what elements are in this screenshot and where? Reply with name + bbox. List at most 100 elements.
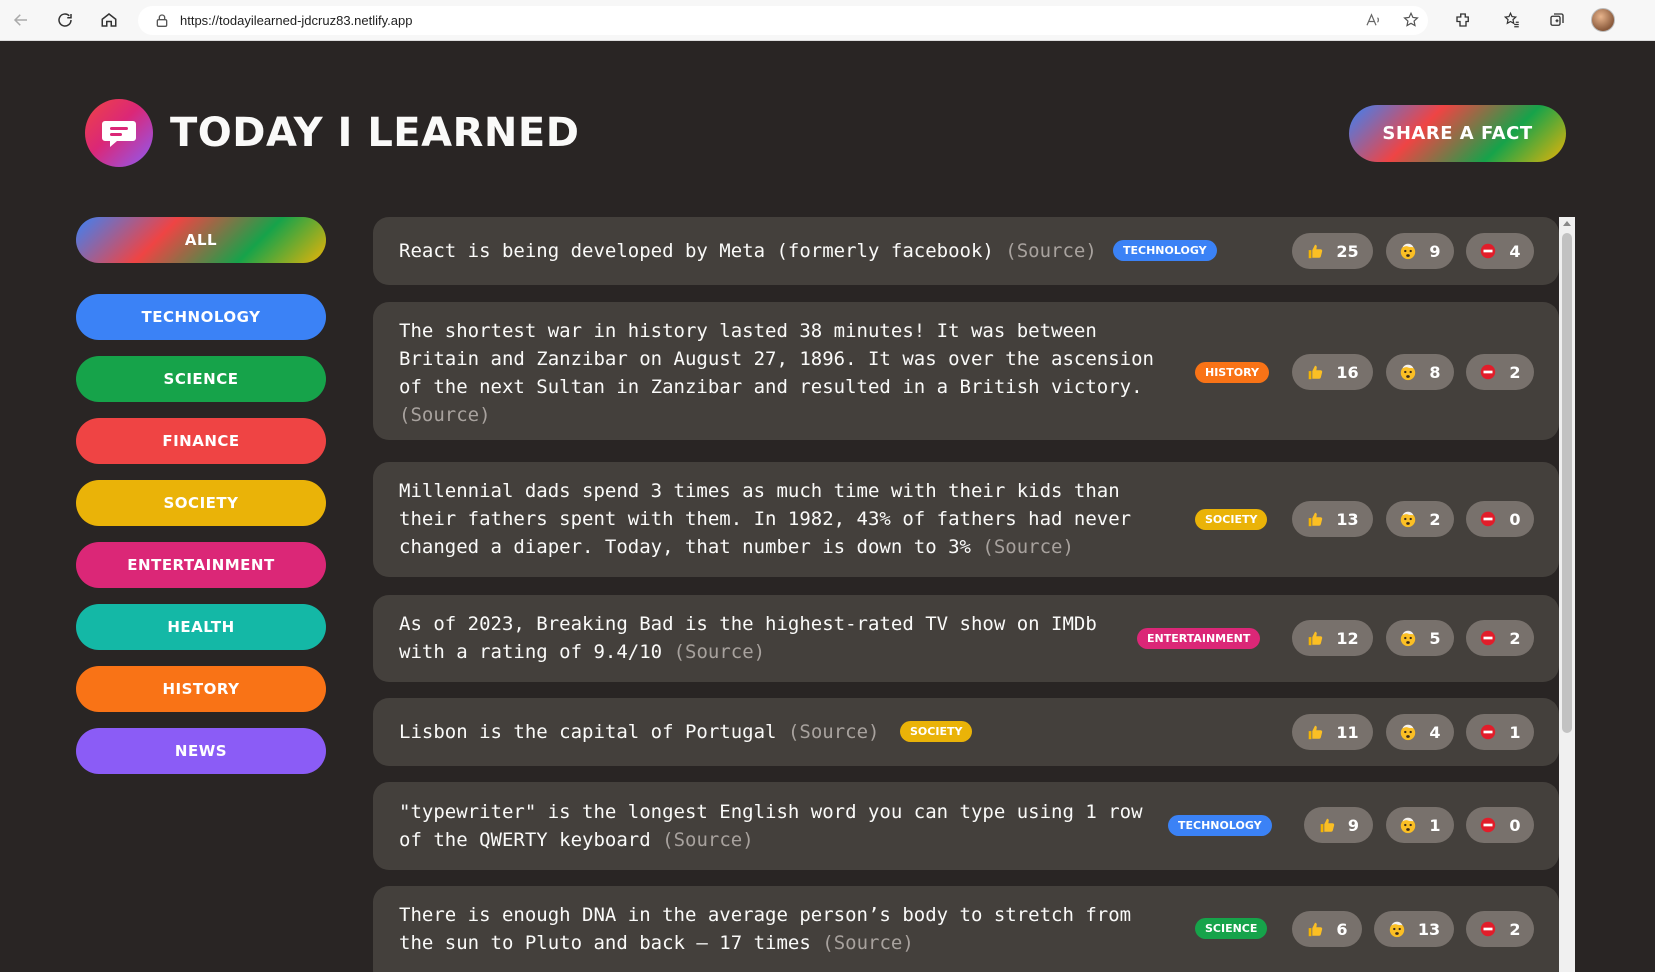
- vote-like-button[interactable]: 16: [1292, 354, 1373, 390]
- category-tag: SCIENCE: [1195, 918, 1268, 939]
- vote-false-button[interactable]: 0: [1466, 807, 1534, 843]
- vote-count: 25: [1336, 241, 1359, 261]
- vote-count: 13: [1336, 509, 1359, 529]
- category-science-button[interactable]: SCIENCE: [76, 356, 326, 402]
- thumbs-up-icon: [1306, 920, 1324, 938]
- fact-card: As of 2023, Breaking Bad is the highest-…: [373, 595, 1559, 682]
- category-tag: TECHNOLOGY: [1168, 815, 1272, 836]
- address-bar[interactable]: https://todayilearned-jdcruz83.netlify.a…: [138, 6, 1428, 35]
- category-all-button[interactable]: ALL: [76, 217, 326, 263]
- vote-like-button[interactable]: 25: [1292, 233, 1373, 269]
- thumbs-up-icon: [1318, 816, 1336, 834]
- vote-count: 4: [1429, 722, 1441, 742]
- app-title: TODAY I LEARNED: [170, 110, 580, 156]
- vote-count: 6: [1336, 919, 1348, 939]
- scroll-up-arrow-icon[interactable]: [1563, 221, 1571, 226]
- no-entry-icon: [1479, 816, 1497, 834]
- fact-card: Millennial dads spend 3 times as much ti…: [373, 462, 1559, 577]
- fact-text: As of 2023, Breaking Bad is the highest-…: [399, 610, 1109, 666]
- no-entry-icon: [1479, 920, 1497, 938]
- category-society-button[interactable]: SOCIETY: [76, 480, 326, 526]
- category-entertainment-button[interactable]: ENTERTAINMENT: [76, 542, 326, 588]
- fact-card: Lisbon is the capital of Portugal (Sourc…: [373, 698, 1559, 766]
- scrollbar-thumb[interactable]: [1562, 233, 1572, 733]
- no-entry-icon: [1479, 629, 1497, 647]
- source-link[interactable]: (Source): [674, 641, 766, 663]
- category-tag: SOCIETY: [900, 721, 973, 742]
- vote-like-button[interactable]: 12: [1292, 620, 1373, 656]
- fact-text-body: React is being developed by Meta (former…: [399, 240, 994, 262]
- vote-false-button[interactable]: 2: [1466, 620, 1534, 656]
- vote-count: 12: [1336, 628, 1359, 648]
- vote-count: 16: [1336, 362, 1359, 382]
- category-tag: TECHNOLOGY: [1113, 240, 1217, 261]
- vote-false-button[interactable]: 1: [1466, 714, 1534, 750]
- collections-icon[interactable]: [1546, 9, 1568, 31]
- vote-mindblown-button[interactable]: 4: [1386, 714, 1454, 750]
- mind-blown-icon: [1399, 242, 1417, 260]
- no-entry-icon: [1479, 363, 1497, 381]
- vote-count: 9: [1347, 815, 1360, 835]
- back-icon[interactable]: [10, 9, 32, 31]
- category-finance-button[interactable]: FINANCE: [76, 418, 326, 464]
- source-link[interactable]: (Source): [788, 721, 880, 743]
- home-icon[interactable]: [98, 9, 120, 31]
- category-news-button[interactable]: NEWS: [76, 728, 326, 774]
- vote-count: 9: [1429, 241, 1441, 261]
- source-link[interactable]: (Source): [1005, 240, 1097, 262]
- fact-text: Millennial dads spend 3 times as much ti…: [399, 477, 1159, 561]
- vote-false-button[interactable]: 4: [1466, 233, 1534, 269]
- vote-mindblown-button[interactable]: 1: [1386, 807, 1454, 843]
- vote-count: 2: [1509, 628, 1521, 648]
- fact-text: The shortest war in history lasted 38 mi…: [399, 317, 1159, 429]
- category-health-button[interactable]: HEALTH: [76, 604, 326, 650]
- vote-mindblown-button[interactable]: 9: [1386, 233, 1454, 269]
- vote-count: 2: [1509, 919, 1521, 939]
- read-aloud-icon[interactable]: [1362, 9, 1384, 31]
- vote-false-button[interactable]: 2: [1466, 911, 1534, 947]
- vote-like-button[interactable]: 9: [1304, 807, 1373, 843]
- vote-false-button[interactable]: 2: [1466, 354, 1534, 390]
- source-link[interactable]: (Source): [662, 829, 754, 851]
- category-technology-button[interactable]: TECHNOLOGY: [76, 294, 326, 340]
- url-text: https://todayilearned-jdcruz83.netlify.a…: [180, 13, 413, 28]
- fact-text-body: Lisbon is the capital of Portugal: [399, 721, 777, 743]
- source-link[interactable]: (Source): [822, 932, 914, 954]
- category-history-button[interactable]: HISTORY: [76, 666, 326, 712]
- vote-like-button[interactable]: 13: [1292, 501, 1373, 537]
- thumbs-up-icon: [1306, 242, 1324, 260]
- share-fact-button[interactable]: SHARE A FACT: [1349, 105, 1566, 162]
- vote-mindblown-button[interactable]: 13: [1374, 911, 1454, 947]
- profile-avatar[interactable]: [1591, 8, 1615, 32]
- favorite-add-icon[interactable]: [1400, 9, 1422, 31]
- fact-text: There is enough DNA in the average perso…: [399, 901, 1139, 957]
- mind-blown-icon: [1399, 510, 1417, 528]
- facts-scrollbar[interactable]: [1559, 217, 1575, 972]
- fact-card: "typewriter" is the longest English word…: [373, 782, 1559, 870]
- no-entry-icon: [1479, 242, 1497, 260]
- vote-false-button[interactable]: 0: [1466, 501, 1534, 537]
- vote-mindblown-button[interactable]: 2: [1386, 501, 1454, 537]
- refresh-icon[interactable]: [54, 9, 76, 31]
- fact-text-body: The shortest war in history lasted 38 mi…: [399, 320, 1154, 398]
- fact-card: The shortest war in history lasted 38 mi…: [373, 302, 1559, 440]
- category-tag: ENTERTAINMENT: [1137, 628, 1261, 649]
- vote-count: 4: [1509, 241, 1521, 261]
- lock-icon[interactable]: [154, 13, 170, 29]
- fact-card: There is enough DNA in the average perso…: [373, 886, 1559, 972]
- vote-mindblown-button[interactable]: 5: [1386, 620, 1454, 656]
- vote-count: 8: [1429, 362, 1441, 382]
- fact-text: React is being developed by Meta (former…: [399, 237, 1119, 265]
- vote-count: 0: [1509, 509, 1521, 529]
- vote-like-button[interactable]: 6: [1292, 911, 1362, 947]
- thumbs-up-icon: [1306, 363, 1324, 381]
- extensions-icon[interactable]: [1452, 9, 1474, 31]
- source-link[interactable]: (Source): [982, 536, 1074, 558]
- vote-mindblown-button[interactable]: 8: [1386, 354, 1454, 390]
- vote-count: 0: [1509, 815, 1521, 835]
- fact-text: Lisbon is the capital of Portugal (Sourc…: [399, 718, 899, 746]
- mind-blown-icon: [1399, 629, 1417, 647]
- vote-like-button[interactable]: 11: [1292, 714, 1373, 750]
- source-link[interactable]: (Source): [399, 404, 491, 426]
- favorites-icon[interactable]: [1501, 9, 1523, 31]
